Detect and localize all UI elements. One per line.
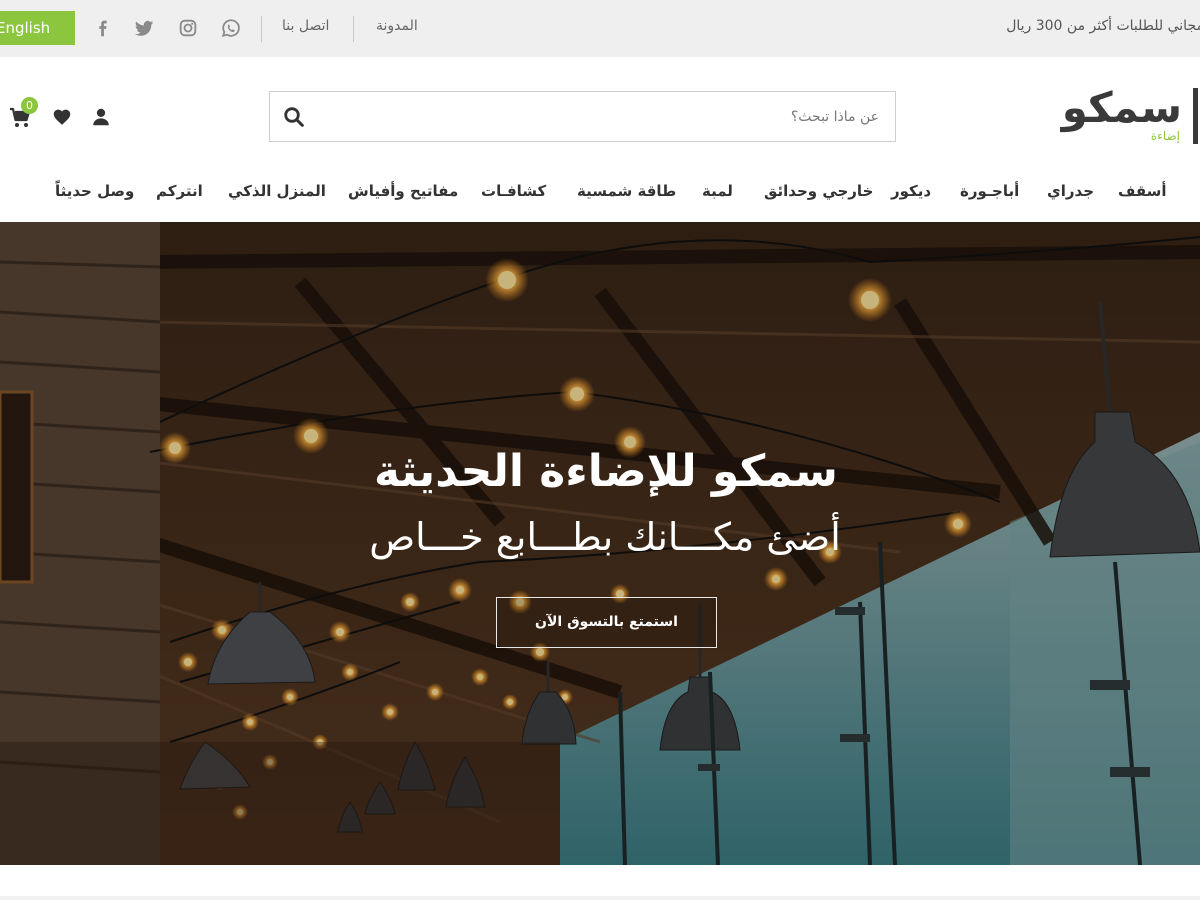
nav-item-bulb[interactable]: لمبة bbox=[702, 182, 733, 200]
section-divider bbox=[0, 896, 1200, 900]
shop-now-button[interactable]: استمتع بالتسوق الآن bbox=[496, 597, 717, 648]
search-input[interactable] bbox=[339, 92, 879, 141]
whatsapp-icon[interactable] bbox=[220, 17, 242, 39]
divider bbox=[261, 16, 262, 42]
nav-item-lampshade[interactable]: أباجـورة bbox=[960, 182, 1019, 200]
nav-item-outdoor-garden[interactable]: خارجي وحدائق bbox=[764, 182, 873, 200]
nav-item-new-arrivals[interactable]: وصل حديثاً bbox=[55, 182, 134, 200]
hero-subtitle: أضئ مكـــانك بطـــابع خـــاص bbox=[369, 515, 841, 559]
search-icon[interactable] bbox=[282, 105, 306, 129]
free-shipping-note: مجاني للطلبات أكثر من 300 ريال bbox=[1006, 18, 1200, 34]
divider bbox=[353, 16, 354, 42]
blog-link[interactable]: المدونة bbox=[376, 18, 418, 34]
language-switch-button[interactable]: English bbox=[0, 11, 75, 45]
hero-banner: سمكو للإضاءة الحديثة أضئ مكـــانك بطـــا… bbox=[0, 222, 1200, 865]
logo-mark bbox=[1193, 88, 1198, 144]
logo-name: سمكو bbox=[1061, 83, 1183, 132]
search-bar bbox=[269, 91, 896, 142]
nav-item-floodlights[interactable]: كشافـات bbox=[481, 182, 546, 200]
site-logo[interactable]: سمكو إضاءة bbox=[1040, 83, 1200, 153]
hero-title: سمكو للإضاءة الحديثة bbox=[300, 446, 900, 497]
nav-item-wall[interactable]: جدراي bbox=[1047, 182, 1094, 200]
nav-item-decor[interactable]: ديكور bbox=[891, 182, 931, 200]
nav-item-ceilings[interactable]: أسقف bbox=[1118, 182, 1167, 200]
main-nav: العـ أسقف جدراي أباجـورة ديكور خارجي وحد… bbox=[0, 166, 1200, 222]
page-section-gap bbox=[0, 865, 1200, 900]
heart-icon[interactable] bbox=[51, 106, 73, 128]
hero-title-text: سمكو للإضاءة الحديثة bbox=[374, 446, 838, 497]
twitter-icon[interactable] bbox=[133, 17, 155, 39]
contact-link[interactable]: اتصل بنا bbox=[282, 18, 329, 34]
user-icon[interactable] bbox=[90, 106, 112, 128]
top-bar: English اتصل بنا المدونة مجاني للطلبات أ… bbox=[0, 0, 1200, 57]
cart-count-badge: 0 bbox=[21, 97, 38, 114]
nav-item-smart-home[interactable]: المنزل الذكي bbox=[228, 182, 326, 200]
nav-item-solar[interactable]: طاقة شمسية bbox=[577, 182, 676, 200]
instagram-icon[interactable] bbox=[177, 17, 199, 39]
logo-tagline: إضاءة bbox=[1150, 129, 1180, 143]
nav-item-switches-sockets[interactable]: مفاتيح وأفياش bbox=[348, 182, 458, 200]
site-header: . 0 سمكو إضاءة bbox=[0, 57, 1200, 166]
facebook-icon[interactable] bbox=[92, 17, 114, 39]
nav-item-intercom[interactable]: انتركم bbox=[156, 182, 203, 200]
